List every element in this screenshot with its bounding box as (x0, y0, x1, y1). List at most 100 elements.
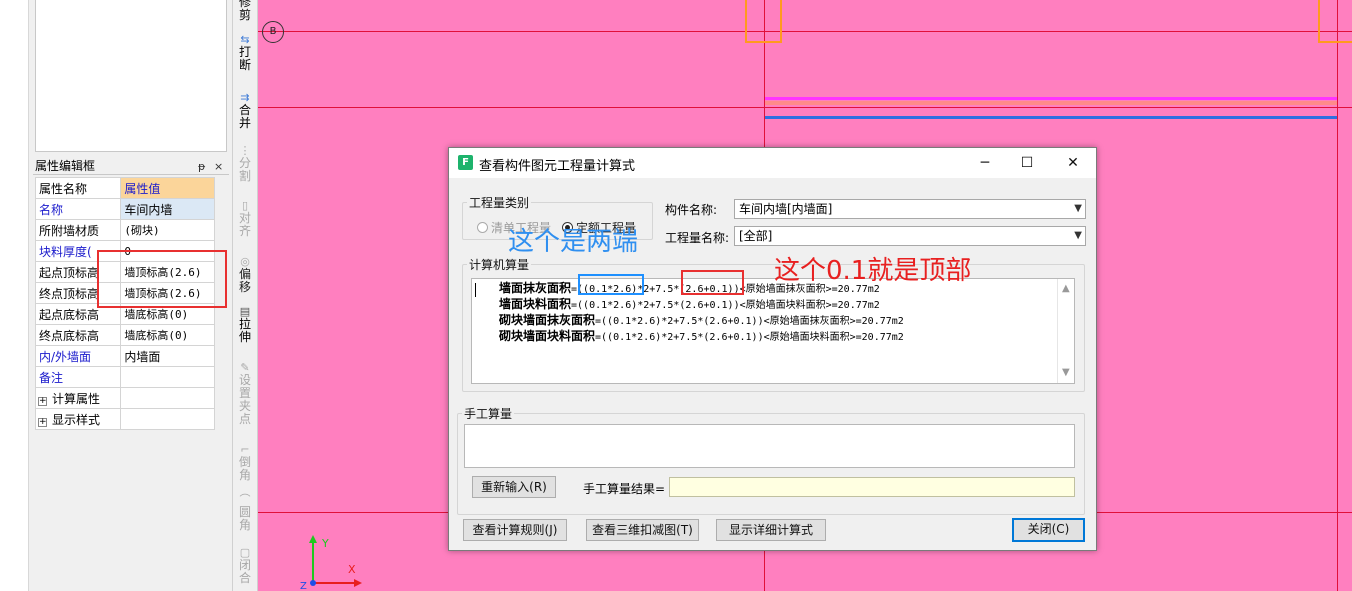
wall-face-line (765, 97, 1337, 100)
pin-icon[interactable]: ᵽ (198, 158, 205, 175)
annotation-highlight-top (681, 270, 744, 295)
align-label: 对齐 (238, 211, 251, 238)
chevron-down-icon: ▼ (1074, 203, 1082, 214)
reenter-button[interactable]: 重新输入(R) (472, 476, 556, 498)
calc-label: 计算机算量 (469, 258, 530, 272)
column-header-value: 属性值 (120, 177, 215, 199)
table-row[interactable]: 备注 (34, 366, 215, 388)
component-tree[interactable] (35, 0, 227, 152)
grid-line (1337, 0, 1338, 591)
column-outline (1318, 0, 1352, 43)
scroll-down-icon[interactable]: ▼ (1062, 367, 1070, 378)
x-axis-arrow (354, 579, 362, 587)
close-shape-tool[interactable]: ▢ 闭合 (233, 547, 257, 585)
scroll-up-icon[interactable]: ▲ (1062, 283, 1070, 294)
annotation-top-note: 这个0.1就是顶部 (774, 256, 972, 286)
quantity-formula-dialog: F 查看构件图元工程量计算式 ─ ☐ ✕ 工程量类别 清单工程量 定额工程量 构… (448, 147, 1097, 551)
group-label: 显示样式 (52, 412, 101, 427)
break-label: 打断 (238, 45, 251, 72)
dialog-titlebar[interactable]: F 查看构件图元工程量计算式 ─ ☐ ✕ (449, 148, 1096, 178)
prop-name: 终点底标高 (34, 324, 122, 346)
prop-value[interactable] (120, 366, 215, 388)
component-name-value: 车间内墙[内墙面] (739, 202, 833, 216)
table-row-group[interactable]: + 计算属性 (34, 387, 215, 409)
property-editor-title: 属性编辑框 (35, 159, 96, 173)
view-3d-deduction-button[interactable]: 查看三维扣减图(T) (586, 519, 699, 541)
fillet-tool[interactable]: ⌒ 圆角 (233, 494, 257, 532)
wall-line (765, 101, 1337, 105)
calc-line-name: 砌块墙面抹灰面积 (499, 313, 596, 327)
dialog-title: 查看构件图元工程量计算式 (479, 159, 636, 174)
annotation-highlight-left (97, 250, 227, 308)
fillet-label: 圆角 (238, 505, 251, 532)
close-icon[interactable]: × (214, 158, 223, 175)
minimize-button[interactable]: ─ (970, 152, 1000, 174)
property-table-header: 属性名称 属性值 (34, 177, 215, 199)
edit-toolbar: 修剪 ⇆ 打断 ⇉ 合并 ⋮ 分割 ▯ 对齐 ◎ 偏移 ▤ 拉伸 ✎ 设置夹点 … (232, 0, 258, 591)
y-axis-arrow (309, 535, 317, 543)
component-name-label: 构件名称: (665, 203, 718, 217)
close-button[interactable]: 关闭(C) (1012, 518, 1085, 542)
merge-tool[interactable]: ⇉ 合并 (233, 92, 257, 130)
qty-name-select[interactable]: [全部] ▼ (734, 226, 1086, 246)
close-window-button[interactable]: ✕ (1058, 152, 1088, 174)
manual-result-label: 手工算量结果= (583, 482, 666, 496)
component-name-select[interactable]: 车间内墙[内墙面] ▼ (734, 199, 1086, 219)
offset-label: 偏移 (238, 267, 251, 294)
trim-tool[interactable]: 修剪 (233, 0, 257, 22)
chamfer-label: 倒角 (238, 455, 251, 482)
expand-icon[interactable]: + (38, 396, 47, 406)
app-icon: F (458, 155, 473, 170)
prop-value[interactable]: 内墙面 (120, 345, 215, 367)
calc-line-formula: =((0.1*2.6)*2+7.5*(2.6+0.1))<原始墙面块料面积>=2… (571, 300, 880, 311)
prop-value[interactable]: (砌块) (120, 219, 215, 241)
trim-label: 修剪 (238, 0, 251, 22)
group-value (120, 387, 215, 409)
table-row[interactable]: 所附墙材质 (砌块) (34, 219, 215, 241)
table-row[interactable]: 终点底标高 墙底标高(0) (34, 324, 215, 346)
chamfer-tool[interactable]: ⌐ 倒角 (233, 444, 257, 482)
z-axis-label: Z (300, 581, 307, 591)
close-shape-label: 闭合 (238, 558, 251, 585)
wall-face-line (765, 116, 1337, 119)
manual-result-field[interactable] (669, 477, 1075, 497)
table-row[interactable]: 内/外墙面 内墙面 (34, 345, 215, 367)
group-value (120, 408, 215, 430)
x-axis-label: X (348, 563, 356, 576)
calc-line: 砌块墙面块料面积=((0.1*2.6)*2+7.5*(2.6+0.1))<原始墙… (499, 329, 904, 345)
coordinate-axis-indicator: Y X Z (300, 535, 362, 591)
set-grip-tool[interactable]: ✎ 设置夹点 (233, 362, 257, 426)
align-tool[interactable]: ▯ 对齐 (233, 200, 257, 238)
table-row[interactable]: 名称 车间内墙 (34, 198, 215, 220)
text-caret (475, 283, 476, 297)
annotation-highlight-ends (578, 274, 644, 295)
break-tool[interactable]: ⇆ 打断 (233, 34, 257, 72)
calc-line-name: 墙面抹灰面积 (499, 281, 572, 295)
group-cell: + 计算属性 (34, 387, 122, 409)
split-tool[interactable]: ⋮ 分割 (233, 145, 257, 183)
group-cell: + 显示样式 (34, 408, 122, 430)
axis-label-b: B (262, 21, 284, 43)
calc-line-formula: =((0.1*2.6)*2+7.5*(2.6+0.1))<原始墙面抹灰面积>=2… (595, 316, 904, 327)
manual-input-area[interactable] (464, 424, 1075, 468)
qty-name-label: 工程量名称: (665, 231, 730, 245)
y-axis-label: Y (321, 537, 329, 550)
calc-formula-area[interactable]: 墙面抹灰面积 =((0.1*2.6)*2+7.5*(2.6+0.1))<原始墙面抹… (471, 278, 1075, 384)
maximize-button[interactable]: ☐ (1012, 152, 1042, 174)
prop-value[interactable]: 车间内墙 (120, 198, 215, 220)
chevron-down-icon: ▼ (1074, 230, 1082, 241)
table-row-group[interactable]: + 显示样式 (34, 408, 215, 430)
calc-line: 砌块墙面抹灰面积=((0.1*2.6)*2+7.5*(2.6+0.1))<原始墙… (499, 313, 904, 329)
vertical-scrollbar[interactable]: ▲ ▼ (1057, 279, 1074, 383)
column-header-name: 属性名称 (34, 177, 122, 199)
column-outline (745, 0, 782, 43)
radio-circle (477, 222, 488, 233)
prop-name: 名称 (34, 198, 122, 220)
show-detail-formula-button[interactable]: 显示详细计算式 (716, 519, 826, 541)
view-rules-button[interactable]: 查看计算规则(J) (463, 519, 567, 541)
offset-tool[interactable]: ◎ 偏移 (233, 256, 257, 294)
stretch-tool[interactable]: ▤ 拉伸 (233, 306, 257, 344)
prop-value[interactable]: 墙底标高(0) (120, 324, 215, 346)
calc-line-name: 墙面块料面积 (499, 297, 572, 311)
expand-icon[interactable]: + (38, 417, 47, 427)
